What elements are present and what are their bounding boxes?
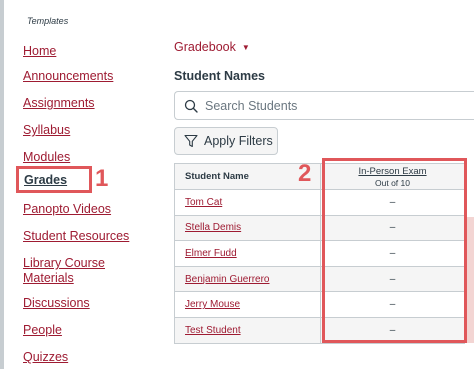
nav-quizzes[interactable]: Quizzes: [23, 350, 68, 364]
nav-assignments[interactable]: Assignments: [23, 96, 95, 110]
student-names-heading: Student Names: [174, 69, 265, 83]
student-name-cell: Elmer Fudd: [175, 241, 321, 266]
nav-library-materials[interactable]: Materials: [23, 271, 74, 285]
breadcrumb-label: Templates: [27, 16, 69, 26]
search-placeholder: Search Students: [205, 98, 298, 113]
student-name-cell: Test Student: [175, 317, 321, 343]
student-link[interactable]: Tom Cat: [185, 197, 222, 208]
left-edge-divider: [0, 0, 4, 369]
nav-student-resources[interactable]: Student Resources: [23, 229, 129, 243]
nav-people[interactable]: People: [23, 323, 62, 337]
student-link[interactable]: Benjamin Guerrero: [185, 274, 269, 285]
nav-grades[interactable]: Grades: [24, 173, 67, 187]
nav-home[interactable]: Home: [23, 44, 56, 58]
grid-scroll-edge: [467, 217, 474, 343]
step-1-label: 1: [95, 165, 109, 192]
exam-column-highlight-box: [322, 158, 467, 343]
gradebook-menu-label: Gradebook: [174, 40, 236, 54]
student-name-cell: Tom Cat: [175, 190, 321, 215]
student-link[interactable]: Test Student: [185, 325, 241, 336]
apply-filters-label: Apply Filters: [204, 134, 273, 148]
nav-discussions[interactable]: Discussions: [23, 296, 90, 310]
nav-modules[interactable]: Modules: [23, 150, 70, 164]
nav-announcements[interactable]: Announcements: [23, 69, 113, 83]
search-icon: [184, 99, 198, 113]
step-2-label: 2: [298, 160, 312, 187]
nav-syllabus[interactable]: Syllabus: [23, 123, 70, 137]
nav-panopto-videos[interactable]: Panopto Videos: [23, 202, 111, 216]
search-students-input[interactable]: Search Students: [174, 91, 474, 120]
filter-icon: [184, 134, 198, 148]
gradebook-menu[interactable]: Gradebook ▼: [174, 40, 250, 54]
nav-library-course[interactable]: Library Course: [23, 256, 105, 270]
student-name-cell: Stella Demis: [175, 215, 321, 241]
student-name-cell: Jerry Mouse: [175, 292, 321, 317]
student-name-cell: Benjamin Guerrero: [175, 266, 321, 292]
student-link[interactable]: Elmer Fudd: [185, 248, 237, 259]
caret-down-icon: ▼: [241, 42, 250, 52]
student-link[interactable]: Jerry Mouse: [185, 299, 240, 310]
apply-filters-button[interactable]: Apply Filters: [174, 127, 278, 155]
student-link[interactable]: Stella Demis: [185, 222, 241, 233]
